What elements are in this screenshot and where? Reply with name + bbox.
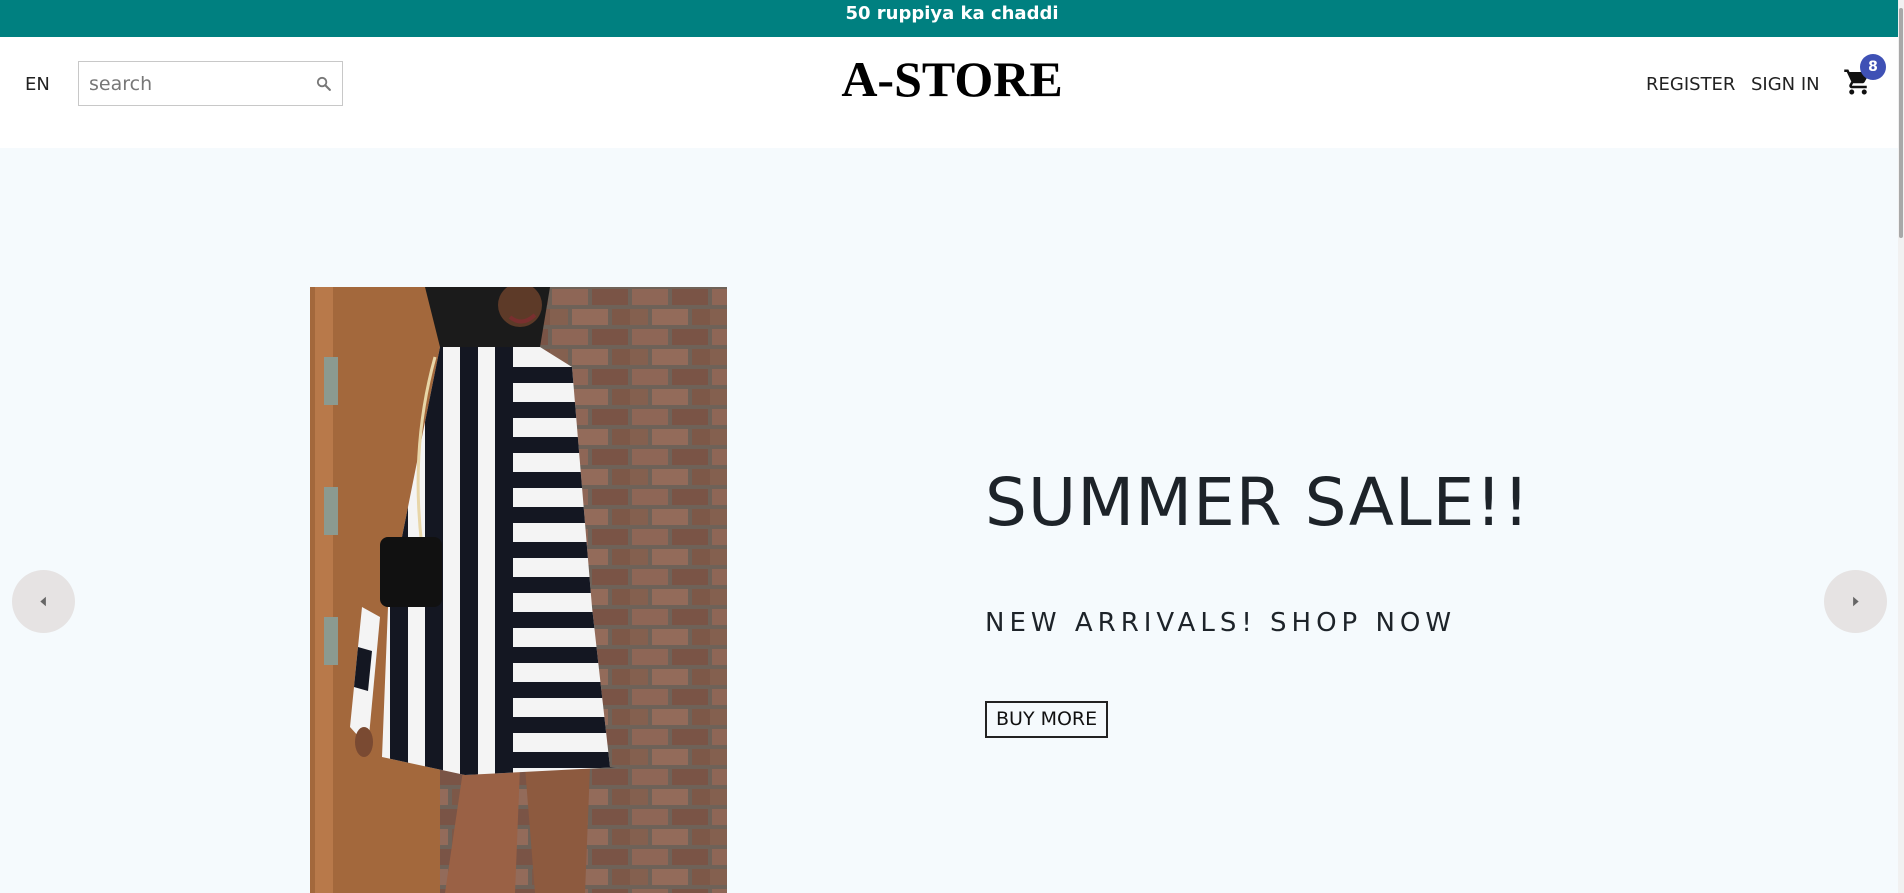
announcement-bar: 50 ruppiya ka chaddi: [0, 0, 1904, 37]
language-label: EN: [25, 74, 50, 95]
cart-badge: 8: [1860, 54, 1886, 80]
register-link[interactable]: REGISTER: [1646, 74, 1735, 96]
signin-link[interactable]: SIGN IN: [1751, 74, 1820, 96]
slider-prev-button[interactable]: [12, 570, 75, 633]
navbar: EN A-STORE REGISTER SIGN IN 8: [0, 37, 1904, 148]
page-scrollbar[interactable]: [1898, 0, 1904, 893]
logo-text[interactable]: A-STORE: [841, 51, 1062, 107]
arrow-left-icon: [40, 596, 46, 607]
hero-slider: SUMMER SALE!! NEW ARRIVALS! SHOP NOW BUY…: [0, 148, 1904, 893]
hero-subtitle: NEW ARRIVALS! SHOP NOW: [985, 608, 1457, 638]
hero-image: [310, 287, 727, 893]
arrow-right-icon: [1853, 596, 1859, 607]
scrollbar-thumb[interactable]: [1899, 8, 1903, 238]
cart-button[interactable]: 8: [1843, 54, 1886, 99]
announcement-text: 50 ruppiya ka chaddi: [845, 3, 1059, 24]
slider-next-button[interactable]: [1824, 570, 1887, 633]
hero-title: SUMMER SALE!!: [985, 464, 1531, 541]
search-icon[interactable]: [315, 75, 332, 92]
search-input[interactable]: [79, 62, 304, 105]
buy-more-button[interactable]: BUY MORE: [985, 701, 1109, 738]
search-container: [78, 61, 343, 106]
